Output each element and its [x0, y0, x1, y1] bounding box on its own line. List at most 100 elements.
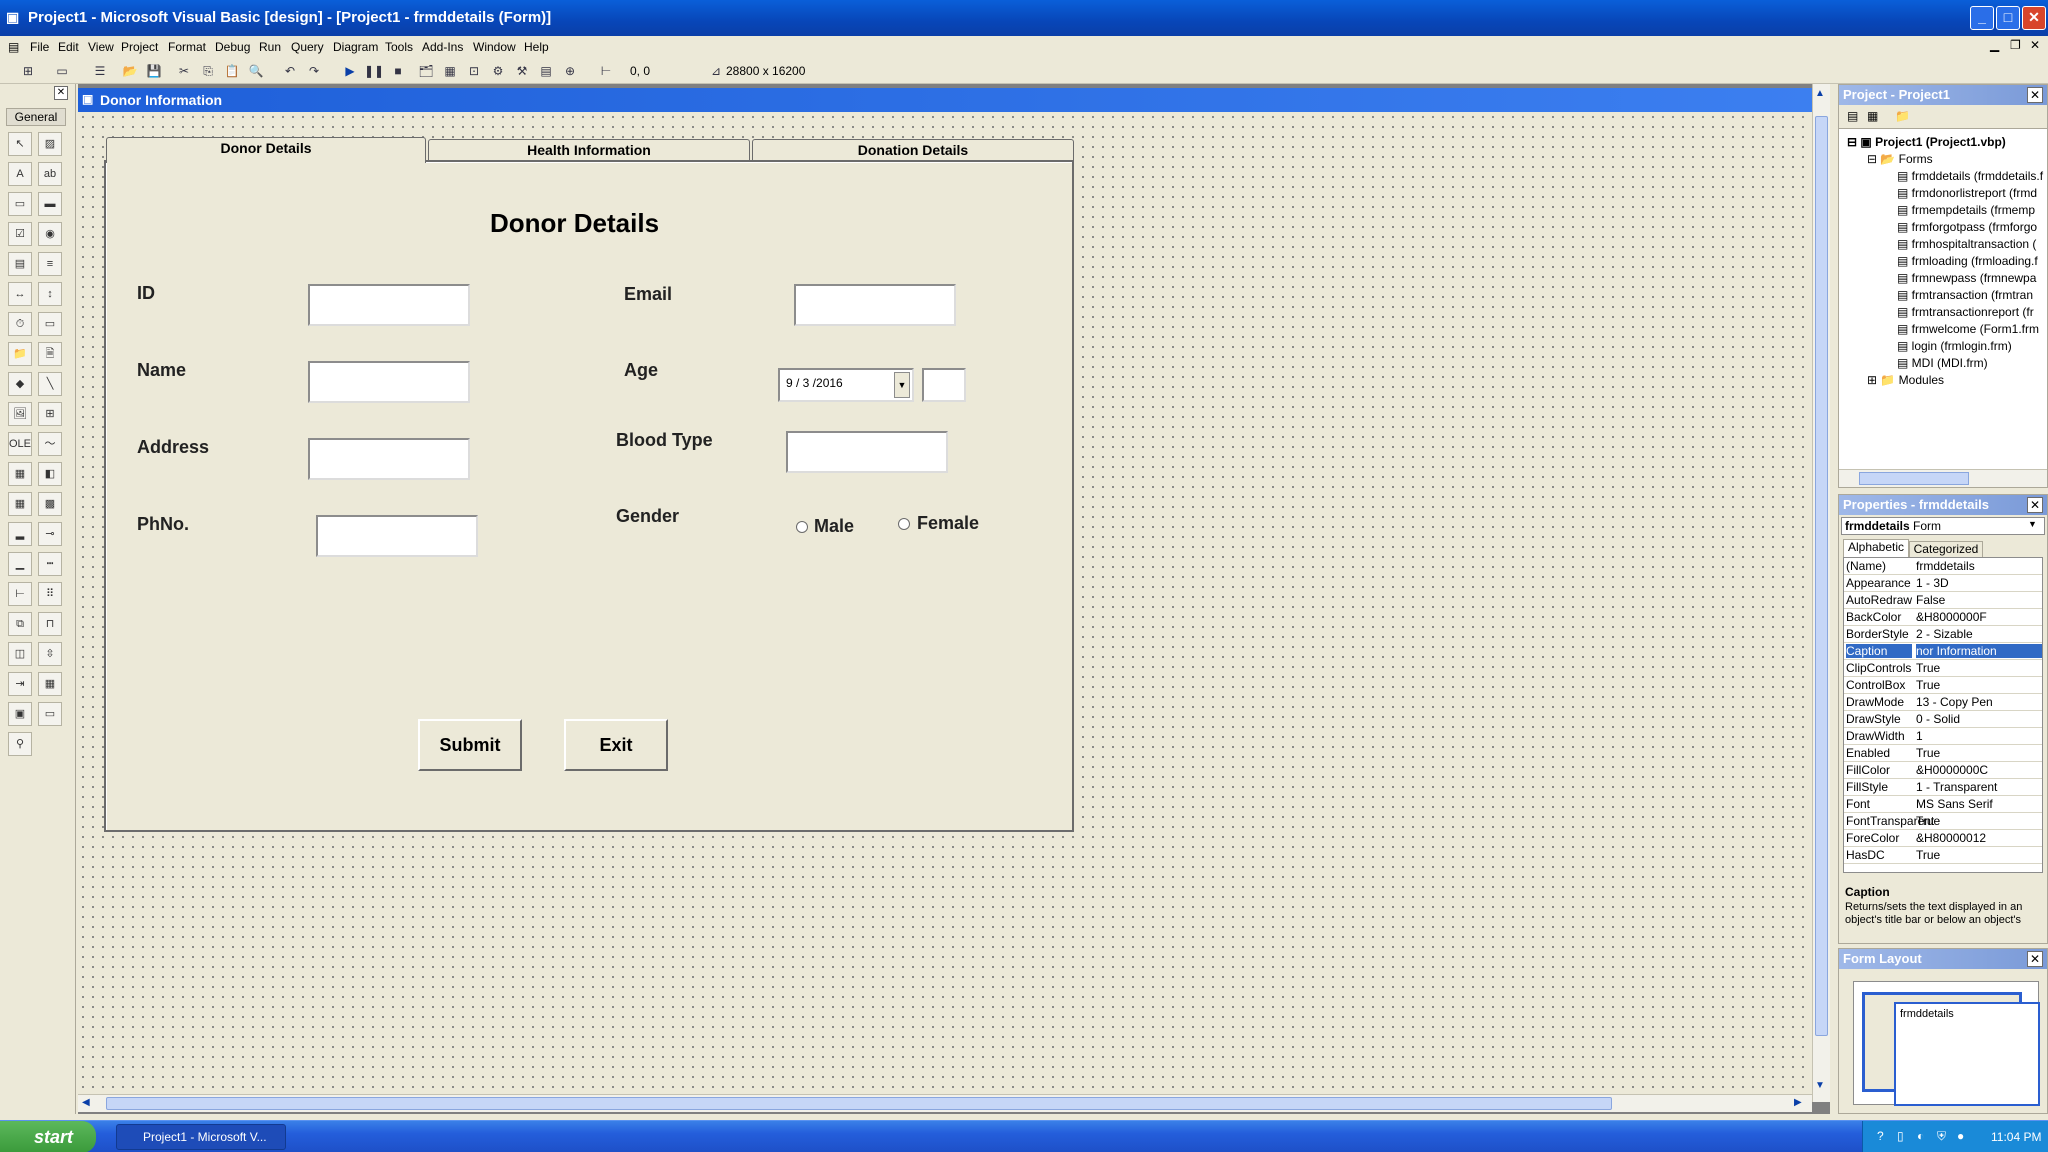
- open-project-icon[interactable]: 📂: [120, 61, 140, 81]
- maximize-button[interactable]: □: [1996, 6, 2020, 30]
- start-icon[interactable]: ▶: [340, 61, 360, 81]
- property-row[interactable]: BackColor &H8000000F: [1844, 609, 2042, 626]
- msflexgrid-tool-icon[interactable]: ▩: [38, 492, 62, 516]
- project-explorer-icon[interactable]: 🗂: [416, 61, 436, 81]
- property-value[interactable]: True: [1916, 848, 1940, 862]
- data-view-icon[interactable]: ▤: [536, 61, 556, 81]
- volume-tray-icon[interactable]: ◐: [1917, 1129, 1924, 1143]
- tree-form-item[interactable]: ▤ frmdonorlistreport (frmd: [1897, 186, 2037, 200]
- image-tool-icon[interactable]: 🖼: [8, 402, 32, 426]
- properties-close-icon[interactable]: ✕: [2027, 497, 2043, 513]
- tree-form-item[interactable]: ▤ frmforgotpass (frmforgo: [1897, 220, 2037, 234]
- exit-button[interactable]: Exit: [564, 719, 668, 771]
- form-layout-icon[interactable]: ⊡: [464, 61, 484, 81]
- horizontal-scroll-thumb[interactable]: [106, 1097, 1612, 1110]
- tree-form-item[interactable]: ▤ frmhospitaltransaction (: [1897, 237, 2036, 251]
- paste-icon[interactable]: 📋: [222, 61, 242, 81]
- menu-project[interactable]: Project: [121, 40, 158, 54]
- blood-type-field[interactable]: [786, 431, 948, 473]
- sstab-tool-icon[interactable]: ◫: [8, 642, 32, 666]
- drivelistbox-tool-icon[interactable]: ▭: [38, 312, 62, 336]
- menu-edit[interactable]: Edit: [58, 40, 79, 54]
- form-layout-close-icon[interactable]: ✕: [2027, 951, 2043, 967]
- break-icon[interactable]: ❚❚: [364, 61, 384, 81]
- property-row[interactable]: FillColor &H0000000C: [1844, 762, 2042, 779]
- property-value[interactable]: 13 - Copy Pen: [1916, 695, 1993, 709]
- female-radio[interactable]: [898, 518, 910, 530]
- tree-form-item[interactable]: ▤ MDI (MDI.frm): [1897, 356, 1988, 370]
- save-icon[interactable]: 💾: [144, 61, 164, 81]
- menu-diagram[interactable]: Diagram: [333, 40, 378, 54]
- taskbar-vb-task[interactable]: Project1 - Microsoft V...: [116, 1124, 286, 1150]
- property-row[interactable]: FillStyle 1 - Transparent: [1844, 779, 2042, 796]
- id-field[interactable]: [308, 284, 470, 326]
- tree-forms-folder[interactable]: ⊟ 📂 Forms: [1867, 152, 1933, 166]
- property-value[interactable]: 1 - Transparent: [1916, 780, 1997, 794]
- property-value[interactable]: &H0000000C: [1916, 763, 1988, 777]
- property-row[interactable]: ClipControls True: [1844, 660, 2042, 677]
- redo-icon[interactable]: ↷: [304, 61, 324, 81]
- menu-editor-icon[interactable]: ☰: [90, 61, 110, 81]
- chevron-down-icon[interactable]: ▼: [2028, 519, 2037, 529]
- tree-form-item[interactable]: ▤ frmnewpass (frmnewpa: [1897, 271, 2036, 285]
- data-tool-icon[interactable]: ⊞: [38, 402, 62, 426]
- undo-icon[interactable]: ↶: [280, 61, 300, 81]
- object-selector[interactable]: frmddetails Form ▼: [1841, 517, 2045, 535]
- age-field[interactable]: [922, 368, 966, 402]
- label-tool-icon[interactable]: A: [8, 162, 32, 186]
- adodc-tool-icon[interactable]: ◧: [38, 462, 62, 486]
- listview-tool-icon[interactable]: ⠿: [38, 582, 62, 606]
- ole-tool-icon[interactable]: OLE: [8, 432, 32, 456]
- scroll-up-icon[interactable]: ▲: [1815, 88, 1825, 99]
- mdi-close-icon[interactable]: ✕: [2030, 38, 2040, 52]
- menu-file[interactable]: File: [30, 40, 49, 54]
- property-row[interactable]: Caption nor Information: [1844, 643, 2042, 660]
- statusbar-tool-icon[interactable]: ▁: [8, 552, 32, 576]
- help-tray-icon[interactable]: ?: [1877, 1129, 1884, 1143]
- slider-tool-icon[interactable]: ⊸: [38, 522, 62, 546]
- property-value[interactable]: frmddetails: [1916, 559, 1975, 573]
- tree-form-item[interactable]: ▤ login (frmlogin.frm): [1897, 339, 2012, 353]
- security-tray-icon[interactable]: ⛨: [1937, 1129, 1946, 1144]
- tree-modules-folder[interactable]: ⊞ 📁 Modules: [1867, 373, 1944, 387]
- crystal-report-tool-icon[interactable]: ⚲: [8, 732, 32, 756]
- shape-tool-icon[interactable]: ◆: [8, 372, 32, 396]
- designer-vertical-scrollbar[interactable]: ▲ ▼: [1812, 84, 1830, 1102]
- property-value[interactable]: MS Sans Serif: [1916, 797, 1993, 811]
- commandbutton-tool-icon[interactable]: ▬: [38, 192, 62, 216]
- tab-alphabetic[interactable]: Alphabetic: [1843, 539, 1909, 557]
- add-form-icon[interactable]: ▭: [52, 61, 72, 81]
- tab-donor-details[interactable]: Donor Details: [106, 137, 426, 163]
- coolbar-tool-icon[interactable]: ▭: [38, 702, 62, 726]
- dirlistbox-tool-icon[interactable]: 📁: [8, 342, 32, 366]
- property-value[interactable]: True: [1916, 746, 1940, 760]
- mdi-minimize-icon[interactable]: ▁: [1990, 38, 1999, 52]
- menu-format[interactable]: Format: [168, 40, 206, 54]
- chevron-down-icon[interactable]: ▼: [894, 372, 910, 398]
- animation-tool-icon[interactable]: ⇥: [8, 672, 32, 696]
- minimize-button[interactable]: _: [1970, 6, 1994, 30]
- end-icon[interactable]: ■: [388, 61, 408, 81]
- address-field[interactable]: [308, 438, 470, 480]
- view-object-icon[interactable]: ▦: [1867, 109, 1878, 123]
- menu-view[interactable]: View: [88, 40, 114, 54]
- scroll-left-icon[interactable]: ◀: [82, 1097, 90, 1108]
- properties-window-icon[interactable]: ▦: [440, 61, 460, 81]
- monthview-tool-icon[interactable]: ▦: [38, 672, 62, 696]
- menu-addins[interactable]: Add-Ins: [422, 40, 463, 54]
- checkbox-tool-icon[interactable]: ☑: [8, 222, 32, 246]
- toolbox-icon[interactable]: ⚒: [512, 61, 532, 81]
- property-value[interactable]: 0 - Solid: [1916, 712, 1960, 726]
- property-row[interactable]: (Name) frmddetails: [1844, 558, 2042, 575]
- mdi-restore-icon[interactable]: ❐: [2010, 38, 2021, 52]
- combobox-tool-icon[interactable]: ▤: [8, 252, 32, 276]
- property-row[interactable]: Enabled True: [1844, 745, 2042, 762]
- chart-tool-icon[interactable]: 〜: [38, 432, 62, 456]
- property-value[interactable]: True: [1916, 661, 1940, 675]
- menu-help[interactable]: Help: [524, 40, 549, 54]
- line-tool-icon[interactable]: ╲: [38, 372, 62, 396]
- menu-tools[interactable]: Tools: [385, 40, 413, 54]
- property-value[interactable]: False: [1916, 593, 1945, 607]
- tree-project-root[interactable]: ⊟ ▣ Project1 (Project1.vbp): [1847, 135, 2006, 149]
- menu-window[interactable]: Window: [473, 40, 516, 54]
